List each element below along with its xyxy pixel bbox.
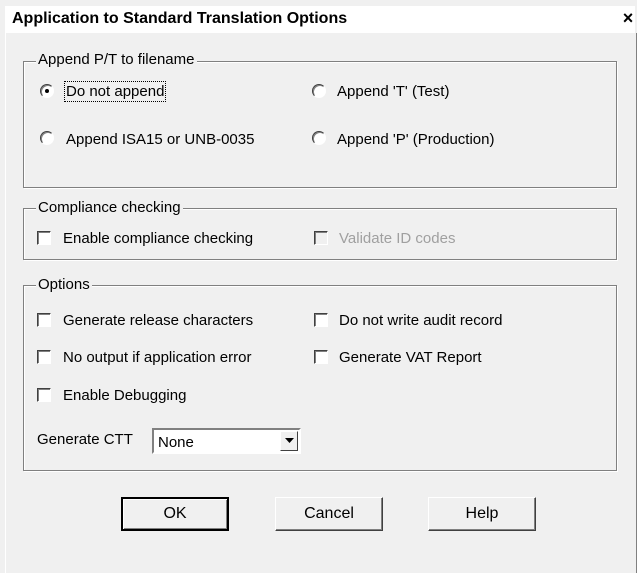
help-button[interactable]: Help (428, 497, 536, 531)
generate-ctt-select[interactable]: None (152, 428, 301, 454)
radio-do-not-append[interactable] (40, 84, 54, 98)
radio-append-t-label[interactable]: Append 'T' (Test) (337, 83, 449, 100)
compliance-group-legend: Compliance checking (36, 199, 183, 216)
checkbox-no-output-on-error-label[interactable]: No output if application error (63, 349, 251, 366)
checkbox-generate-release-chars-label[interactable]: Generate release characters (63, 312, 253, 329)
generate-ctt-value: None (158, 434, 194, 451)
checkbox-enable-compliance-label[interactable]: Enable compliance checking (63, 230, 253, 247)
checkbox-enable-debugging[interactable] (37, 388, 51, 402)
radio-append-p-label[interactable]: Append 'P' (Production) (337, 131, 495, 148)
checkbox-no-audit-record[interactable] (314, 313, 328, 327)
ok-button[interactable]: OK (121, 497, 229, 531)
radio-append-t[interactable] (312, 84, 326, 98)
radio-append-p[interactable] (312, 131, 326, 145)
checkbox-generate-vat-report[interactable] (314, 350, 328, 364)
checkbox-enable-debugging-label[interactable]: Enable Debugging (63, 387, 186, 404)
options-group-legend: Options (36, 276, 92, 293)
checkbox-enable-compliance[interactable] (37, 231, 51, 245)
close-button[interactable]: × (621, 8, 635, 28)
checkbox-no-audit-record-label[interactable]: Do not write audit record (339, 312, 502, 329)
cancel-button[interactable]: Cancel (275, 497, 383, 531)
append-group-box (23, 61, 617, 188)
checkbox-validate-id-codes (314, 231, 328, 245)
close-icon: × (622, 8, 634, 28)
checkbox-generate-release-chars[interactable] (37, 313, 51, 327)
generate-ctt-label: Generate CTT (37, 431, 133, 448)
checkbox-no-output-on-error[interactable] (37, 350, 51, 364)
radio-do-not-append-label[interactable]: Do not append (63, 81, 167, 102)
window-title: Application to Standard Translation Opti… (12, 10, 348, 27)
checkbox-generate-vat-report-label[interactable]: Generate VAT Report (339, 349, 482, 366)
radio-append-isa15[interactable] (40, 131, 54, 145)
append-group-legend: Append P/T to filename (36, 51, 197, 68)
radio-append-isa15-label[interactable]: Append ISA15 or UNB-0035 (66, 131, 254, 148)
chevron-down-icon (284, 438, 294, 443)
dropdown-arrow-icon[interactable] (280, 431, 298, 451)
checkbox-validate-id-codes-label: Validate ID codes (339, 230, 456, 247)
